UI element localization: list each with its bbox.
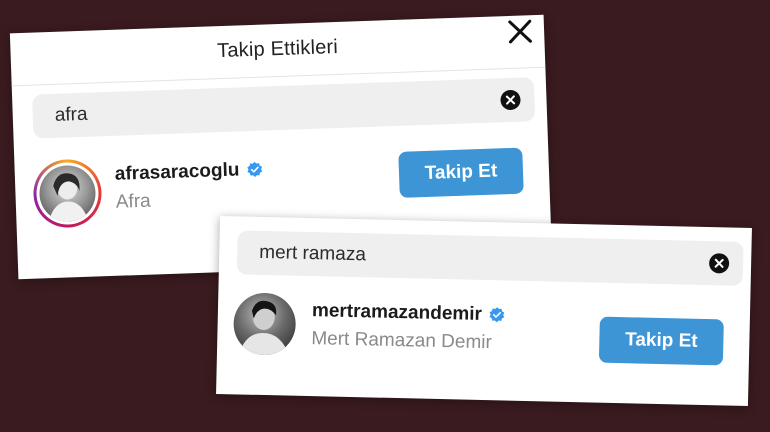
avatar (38, 164, 97, 223)
clear-icon (505, 95, 516, 105)
full-name: Mert Ramazan Demir (311, 328, 493, 354)
clear-icon (714, 258, 724, 268)
avatar-image (238, 300, 289, 356)
clear-search-button[interactable] (708, 253, 730, 274)
follow-button[interactable]: Takip Et (598, 316, 724, 366)
panel-title: Takip Ettikleri (216, 35, 339, 63)
verified-badge-icon (246, 161, 262, 177)
search-input[interactable]: mert ramaza (236, 230, 744, 286)
story-ring[interactable] (32, 158, 103, 229)
avatar-image (48, 173, 89, 223)
close-icon (508, 19, 532, 44)
close-button[interactable] (506, 17, 535, 46)
username[interactable]: afrasaracoglu (114, 159, 239, 185)
search-input-value: afra (54, 103, 88, 126)
username[interactable]: mertramazandemir (312, 300, 482, 326)
avatar[interactable] (232, 292, 297, 356)
search-panel: mert ramaza mertramazandemir Mert Ramaza… (216, 215, 752, 407)
follow-button[interactable]: Takip Et (398, 147, 524, 198)
search-input[interactable]: afra (32, 77, 536, 139)
verified-badge-icon (489, 307, 505, 323)
search-result-item[interactable]: mertramazandemir Mert Ramazan Demir Taki… (217, 288, 751, 380)
full-name: Afra (115, 190, 152, 213)
search-input-value: mert ramaza (259, 241, 367, 266)
clear-search-button[interactable] (500, 89, 521, 111)
